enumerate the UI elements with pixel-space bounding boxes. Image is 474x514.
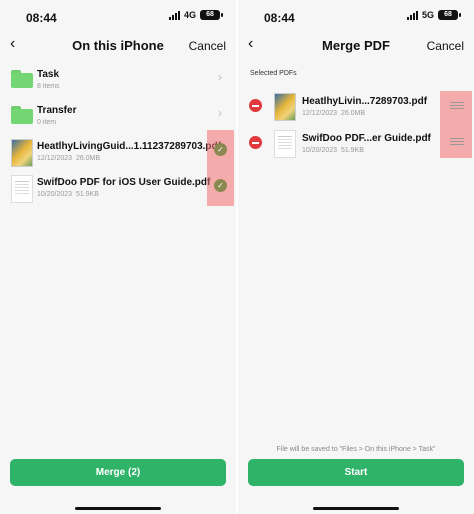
nav-bar: ‹ Merge PDF Cancel bbox=[238, 34, 474, 58]
file-size: 51.9KB bbox=[340, 147, 364, 154]
cancel-button[interactable]: Cancel bbox=[427, 39, 464, 53]
file-size: 26.0MB bbox=[340, 110, 366, 117]
nav-bar: ‹ On this iPhone Cancel bbox=[0, 34, 236, 58]
file-row-swifdoo-guide[interactable]: SwifDoo PDF for iOS User Guide.pdf 10/20… bbox=[0, 172, 236, 210]
network-type: 4G bbox=[183, 10, 196, 20]
merge-button[interactable]: Merge (2) bbox=[10, 459, 226, 486]
signal-icon bbox=[406, 10, 418, 20]
save-location-note: File will be saved to "Files > On this i… bbox=[276, 446, 436, 453]
file-name: SwifDoo PDF...er Guide.pdf bbox=[302, 133, 431, 144]
file-meta: 12/12/2023 26.0MB bbox=[302, 110, 365, 117]
drag-handle-icon[interactable] bbox=[450, 138, 464, 139]
status-bar: 08:44 4G 68 bbox=[0, 0, 236, 34]
file-meta: 12/12/2023 26.0MB bbox=[37, 155, 100, 162]
selected-pdf-row-healthy-living: HeatlhyLivin...7289703.pdf 12/12/2023 26… bbox=[238, 91, 474, 131]
folder-name: Transfer bbox=[37, 105, 77, 116]
file-name: SwifDoo PDF for iOS User Guide.pdf bbox=[37, 177, 211, 188]
file-meta: 10/20/2023 51.9KB bbox=[302, 147, 364, 154]
remove-icon[interactable] bbox=[249, 99, 262, 112]
file-size: 26.0MB bbox=[75, 155, 101, 162]
status-bar: 08:44 5G 68 bbox=[238, 0, 474, 34]
folder-icon bbox=[11, 106, 33, 124]
pdf-thumbnail bbox=[11, 139, 33, 167]
pdf-thumbnail bbox=[274, 93, 296, 121]
folder-count: 8 items bbox=[37, 83, 60, 90]
file-meta: 10/20/2023 51.9KB bbox=[37, 191, 99, 198]
cancel-button[interactable]: Cancel bbox=[189, 39, 226, 53]
file-name: HeatlhyLivingGuid...1.11237289703.pdf bbox=[37, 141, 221, 152]
battery-icon: 68 bbox=[200, 10, 223, 20]
selection-highlight bbox=[207, 130, 234, 206]
chevron-right-icon: › bbox=[218, 106, 222, 120]
status-time: 08:44 bbox=[26, 11, 57, 25]
signal-icon bbox=[168, 10, 180, 20]
status-time: 08:44 bbox=[264, 11, 295, 25]
status-indicators: 5G 68 bbox=[406, 10, 461, 20]
folder-row-task[interactable]: Task 8 items › bbox=[0, 64, 236, 102]
network-type: 5G bbox=[421, 10, 434, 20]
file-date: 12/12/2023 bbox=[302, 110, 338, 117]
merge-pdf-screen: 08:44 5G 68 ‹ Merge PDF Cancel Selected … bbox=[238, 0, 474, 514]
folder-row-transfer[interactable]: Transfer 0 item › bbox=[0, 100, 236, 138]
selected-pdf-row-swifdoo-guide: SwifDoo PDF...er Guide.pdf 10/20/2023 51… bbox=[238, 128, 474, 168]
checkmark-icon[interactable]: ✓ bbox=[214, 179, 227, 192]
file-date: 10/20/2023 bbox=[37, 191, 73, 198]
file-size: 51.9KB bbox=[75, 191, 99, 198]
pdf-thumbnail bbox=[274, 130, 296, 158]
file-date: 12/12/2023 bbox=[37, 155, 73, 162]
status-indicators: 4G 68 bbox=[168, 10, 223, 20]
drag-handle-icon[interactable] bbox=[450, 102, 464, 103]
on-this-iphone-screen: 08:44 4G 68 ‹ On this iPhone Cancel Task… bbox=[0, 0, 236, 514]
pdf-thumbnail bbox=[11, 175, 33, 203]
file-row-healthy-living[interactable]: HeatlhyLivingGuid...1.11237289703.pdf 12… bbox=[0, 136, 236, 174]
checkmark-icon[interactable]: ✓ bbox=[214, 143, 227, 156]
file-name: HeatlhyLivin...7289703.pdf bbox=[302, 96, 428, 107]
chevron-right-icon: › bbox=[218, 70, 222, 84]
folder-icon bbox=[11, 70, 33, 88]
file-date: 10/20/2023 bbox=[302, 147, 338, 154]
remove-icon[interactable] bbox=[249, 136, 262, 149]
home-indicator bbox=[75, 507, 161, 510]
battery-icon: 68 bbox=[438, 10, 461, 20]
start-button[interactable]: Start bbox=[248, 459, 464, 486]
folder-count: 0 item bbox=[37, 119, 57, 126]
folder-name: Task bbox=[37, 69, 60, 80]
home-indicator bbox=[313, 507, 399, 510]
section-label: Selected PDFs bbox=[250, 70, 297, 77]
